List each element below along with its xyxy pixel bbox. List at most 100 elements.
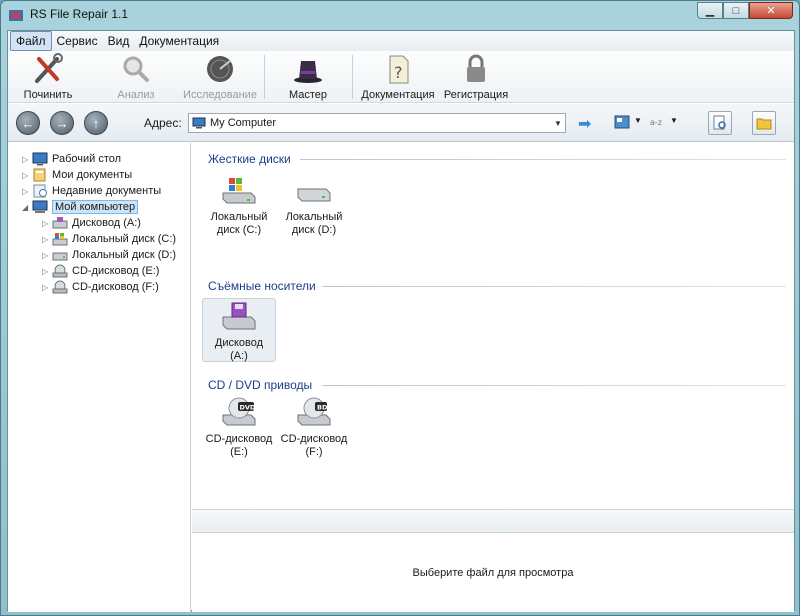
analysis-label: Анализ [117,89,155,101]
folders-toggle-button[interactable] [752,111,776,135]
cd-drive-icon [52,264,68,278]
sort-dropdown-icon[interactable]: ▼ [670,116,678,125]
cd-drive-icon [52,280,68,294]
research-label: Исследование [183,89,257,101]
dvd-badge: DVD [240,404,256,412]
address-bar: ← → ↑ Адрес: My Computer ▼ ➡ ▼ a-z ▼ [8,104,794,142]
tree-item-label: CD-дисковод (F:) [72,281,159,293]
register-label: Регистрация [443,89,509,101]
view-dropdown-icon[interactable]: ▼ [634,116,642,125]
tree-item-label: Локальный диск (C:) [72,233,177,245]
go-arrow-icon[interactable]: ➡ [578,114,591,134]
menu-view[interactable]: Вид [103,32,135,50]
tree-item-desktop[interactable]: ▷ Рабочий стол [22,151,121,167]
expand-icon[interactable]: ▷ [22,171,32,180]
tree-item-label: Локальный диск (D:) [72,249,177,261]
tree-item-drive-d[interactable]: ▷ Локальный диск (D:) [42,247,176,263]
tree-item-drive-e[interactable]: ▷ CD-дисковод (E:) [42,263,159,279]
expand-icon[interactable]: ▷ [22,155,32,164]
wizard-button[interactable]: Мастер [278,53,338,101]
register-button[interactable]: Регистрация [442,53,510,101]
sort-az-icon[interactable]: a-z [650,115,666,129]
forward-button[interactable]: → [50,111,74,135]
app-logo-icon [9,10,23,21]
recent-documents-icon [33,184,47,198]
expand-icon[interactable]: ▷ [42,267,52,276]
repair-button[interactable]: Починить [16,53,80,101]
back-button[interactable]: ← [16,111,40,135]
menu-documentation[interactable]: Документация [134,32,224,50]
group-title-optical: CD / DVD приводы [208,378,313,392]
expand-icon[interactable]: ▷ [42,219,52,228]
up-button[interactable]: ↑ [84,111,108,135]
documentation-label: Документация [361,89,435,101]
menu-bar: Файл Сервис Вид Документация [8,31,794,51]
drive-c[interactable]: Локальный диск (C:) [202,175,276,237]
hard-disk-icon [297,188,331,202]
main-toolbar: Починить Анализ Исследование Мастер ? До… [8,51,794,103]
group-divider [300,159,786,160]
tree-item-label: Дисковод (A:) [72,217,141,229]
drive-label-line1: CD-дисковод [280,433,348,445]
tree-item-documents[interactable]: ▷ Мои документы [22,167,132,183]
address-combobox[interactable]: My Computer ▼ [188,113,566,133]
expand-icon[interactable]: ▷ [42,283,52,292]
tree-item-recent[interactable]: ▷ Недавние документы [22,183,161,199]
menu-service[interactable]: Сервис [52,32,103,50]
back-arrow-icon: ← [21,115,35,131]
tree-item-drive-f[interactable]: ▷ CD-дисковод (F:) [42,279,159,295]
collapse-icon[interactable]: ◢ [22,203,32,212]
drive-a[interactable]: Дисковод (A:) [202,298,276,362]
dvd-drive-icon: DVD [222,397,256,426]
close-button[interactable]: ✕ [749,2,793,19]
radar-icon [207,56,233,82]
analysis-button[interactable]: Анализ [106,53,166,101]
computer-icon [192,117,206,129]
drives-view: Жесткие диски Локальный диск (C:) Локаль… [192,143,794,509]
maximize-button[interactable]: □ [723,2,749,19]
close-icon: ✕ [766,5,776,17]
title-bar[interactable]: RS File Repair 1.1 ▁ □ ✕ [1,1,799,29]
repair-label: Починить [23,89,73,101]
drive-e[interactable]: DVD CD-дисковод (E:) [202,397,276,459]
computer-icon [32,200,48,213]
tree-item-drive-a[interactable]: ▷ Дисковод (A:) [42,215,141,231]
drive-label-line1: Локальный [285,211,343,223]
preview-pane: Выберите файл для просмотра [192,533,794,612]
expand-icon[interactable]: ▷ [42,235,52,244]
floppy-drive-icon [222,302,256,330]
window-title: RS File Repair 1.1 [30,7,129,21]
preview-placeholder: Выберите файл для просмотра [412,566,574,579]
drive-label-line1: Дисковод [214,337,264,349]
drive-label-line2: (A:) [230,350,248,362]
view-mode-icon[interactable] [614,115,630,129]
hard-disk-icon [52,252,68,261]
preview-toggle-button[interactable] [708,111,732,135]
chevron-down-icon[interactable]: ▼ [551,119,565,128]
system-disk-icon [222,178,256,204]
forward-arrow-icon: → [55,115,69,131]
address-label: Адрес: [144,116,182,130]
system-disk-icon [52,233,68,246]
drive-d[interactable]: Локальный диск (D:) [277,175,351,237]
toolbar-separator [352,55,353,99]
research-button[interactable]: Исследование [180,53,260,101]
minimize-button[interactable]: ▁ [697,2,723,19]
documents-folder-icon [33,168,46,182]
tree-item-label: CD-дисковод (E:) [72,265,160,277]
minimize-icon: ▁ [705,5,715,17]
magic-hat-icon [294,61,322,83]
help-document-icon: ? [389,55,409,84]
up-arrow-icon: ↑ [92,115,100,131]
expand-icon[interactable]: ▷ [42,251,52,260]
group-title-removable: Съёмные носители [208,279,316,293]
app-window: RS File Repair 1.1 ▁ □ ✕ Файл Сервис Вид… [0,0,800,616]
expand-icon[interactable]: ▷ [22,187,32,196]
tools-icon [35,53,63,83]
preview-splitter[interactable] [192,509,794,533]
drive-f[interactable]: BD CD-дисковод (F:) [277,397,351,459]
documentation-button[interactable]: ? Документация [360,53,436,101]
menu-file[interactable]: Файл [10,31,52,51]
tree-item-my-computer[interactable]: ◢ Мой компьютер [22,199,139,215]
tree-item-drive-c[interactable]: ▷ Локальный диск (C:) [42,231,176,247]
